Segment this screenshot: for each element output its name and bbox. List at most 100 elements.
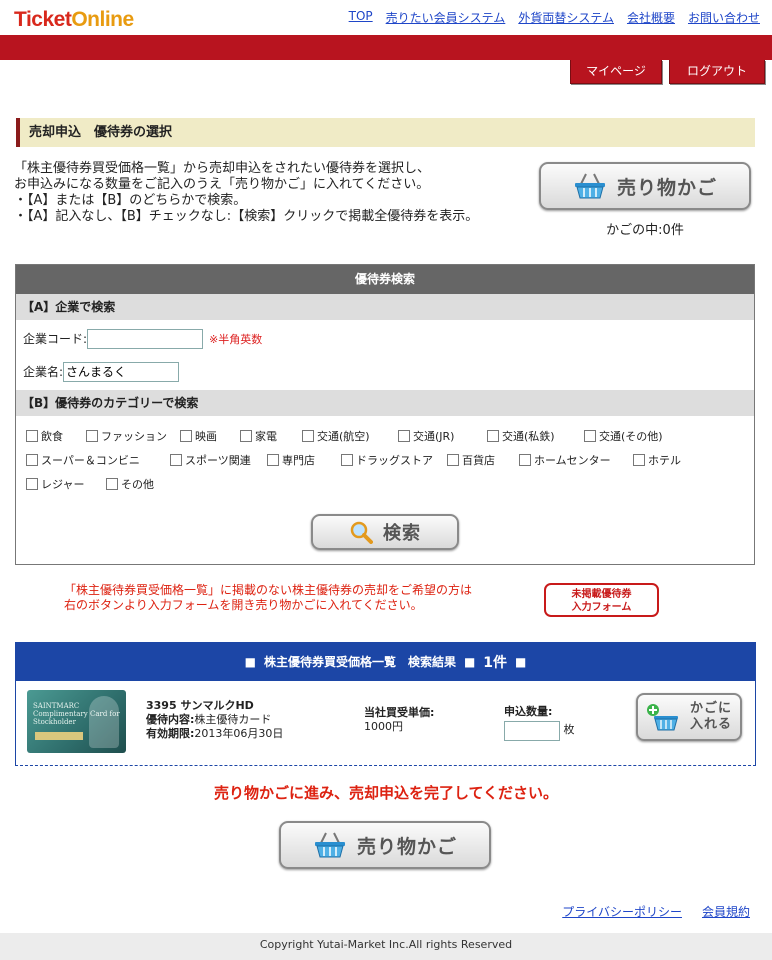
footer-links: プライバシーポリシー 会員規約 [562, 903, 750, 920]
category-department-store[interactable]: 百貨店 [447, 452, 519, 468]
add-to-cart-button[interactable]: かごに 入れる [636, 693, 742, 741]
logout-tab[interactable]: ログアウト [669, 60, 765, 84]
square-bullet-icon: ■ [244, 654, 256, 669]
checkbox[interactable] [267, 454, 279, 466]
category-hotel[interactable]: ホテル [633, 452, 681, 468]
item-name: 3395 サンマルクHD [146, 699, 254, 712]
category-label: レジャー [41, 478, 85, 491]
instruction-line: お申込みになる数量をご記入のうえ「売り物かご」に入れてください。 [14, 177, 430, 192]
quantity-input[interactable] [504, 721, 560, 741]
nav-link-seller-system[interactable]: 売りたい会員システム [386, 9, 506, 26]
category-fashion[interactable]: ファッション [86, 428, 180, 444]
checkbox[interactable] [26, 430, 38, 442]
category-drugstore[interactable]: ドラッグストア [341, 452, 447, 468]
mypage-tab[interactable]: マイページ [570, 60, 662, 84]
category-movie[interactable]: 映画 [180, 428, 240, 444]
instruction-line: 「株主優待券買受価格一覧」から売却申込をされたい優待券を選択し、 [14, 161, 431, 176]
sell-cart-button-top[interactable]: 売り物かご [539, 162, 751, 210]
search-button[interactable]: 検索 [311, 514, 459, 550]
member-terms-link[interactable]: 会員規約 [702, 903, 750, 920]
unlisted-button-label: 未掲載優待券 [571, 589, 632, 600]
category-label: 家電 [255, 430, 277, 443]
category-label: ドラッグストア [356, 454, 433, 467]
content-value: 株主優待カード [194, 713, 272, 726]
search-panel-title: 優待券検索 [16, 265, 754, 294]
category-label: 映画 [195, 430, 217, 443]
category-label: 交通(航空) [317, 430, 370, 443]
instructions: 「株主優待券買受価格一覧」から売却申込をされたい優待券を選択し、 お申込みになる… [14, 161, 524, 225]
quantity-unit: 枚 [563, 723, 575, 736]
category-row: 飲食 ファッション 映画 家電 交通(航空) 交通(JR) 交通(私鉄) 交通(… [26, 424, 754, 448]
category-leisure[interactable]: レジャー [26, 476, 106, 492]
ticket-image-stripe [35, 732, 83, 740]
checkbox[interactable] [26, 478, 38, 490]
price-value: 1000円 [364, 720, 403, 733]
category-label: スーパー＆コンビニ [41, 454, 140, 467]
results-heading: 株主優待券買受価格一覧 検索結果 [263, 655, 456, 669]
basket-icon [314, 832, 345, 858]
category-transport-air[interactable]: 交通(航空) [302, 428, 398, 444]
category-supermarket[interactable]: スーパー＆コンビニ [26, 452, 170, 468]
category-home-center[interactable]: ホームセンター [519, 452, 633, 468]
category-food[interactable]: 飲食 [26, 428, 86, 444]
unlisted-notice: 「株主優待券買受価格一覧」に掲載のない株主優待券の売却をご希望の方は 右のボタン… [64, 583, 472, 613]
cart-count: かごの中:0件 [606, 223, 684, 238]
category-specialty[interactable]: 専門店 [267, 452, 341, 468]
nav-link-contact[interactable]: お問い合わせ [688, 9, 760, 26]
company-name-input[interactable] [63, 361, 180, 382]
checkbox[interactable] [240, 430, 252, 442]
square-bullet-icon: ■ [515, 654, 527, 669]
category-other[interactable]: その他 [106, 476, 154, 492]
checkbox[interactable] [398, 430, 410, 442]
content-label: 優待内容: [146, 713, 195, 726]
checkbox[interactable] [26, 454, 38, 466]
site-logo[interactable]: TicketOnline [14, 8, 134, 32]
square-bullet-icon: ■ [463, 654, 476, 669]
sell-cart-label: 売り物かご [616, 176, 717, 199]
sell-cart-button-bottom[interactable]: 売り物かご [279, 821, 491, 869]
ticket-image: SAINTMARC Complimentary Card for Stockho… [27, 690, 126, 753]
search-section-b-heading: 【B】優待券のカテゴリーで検索 [16, 390, 754, 416]
checkbox[interactable] [106, 478, 118, 490]
search-section-a-heading: 【A】企業で検索 [16, 294, 754, 320]
add-basket-icon [646, 704, 678, 731]
company-code-note: ※半角英数 [209, 332, 263, 346]
nav-link-company[interactable]: 会社概要 [627, 9, 675, 26]
category-transport-jr[interactable]: 交通(JR) [398, 428, 487, 444]
expiry-value: 2013年06月30日 [194, 727, 284, 740]
category-transport-private[interactable]: 交通(私鉄) [487, 428, 584, 444]
nav-link-top[interactable]: TOP [349, 9, 373, 26]
ticket-image-figure [89, 696, 119, 748]
add-to-cart-label-line: かごに [689, 701, 732, 716]
price-block: 当社買受単価: 1000円 [364, 706, 434, 734]
checkbox[interactable] [180, 430, 192, 442]
unlisted-notice-line: 右のボタンより入力フォームを開き売り物かごに入れてください。 [64, 598, 423, 612]
checkbox[interactable] [302, 430, 314, 442]
unlisted-form-button[interactable]: 未掲載優待券 入力フォーム [544, 583, 659, 617]
company-code-label: 企業コード: [23, 332, 88, 346]
quantity-block: 申込数量: 枚 [504, 703, 575, 741]
results-count: 1件 [483, 654, 508, 671]
checkbox[interactable] [447, 454, 459, 466]
category-sports[interactable]: スポーツ関連 [170, 452, 267, 468]
checkbox[interactable] [487, 430, 499, 442]
category-transport-other[interactable]: 交通(その他) [584, 428, 663, 444]
price-label: 当社買受単価: [364, 706, 435, 719]
checkbox[interactable] [633, 454, 645, 466]
category-label: ホームセンター [534, 454, 611, 467]
category-electronics[interactable]: 家電 [240, 428, 302, 444]
category-label: 交通(その他) [599, 430, 663, 443]
category-checkboxes: 飲食 ファッション 映画 家電 交通(航空) 交通(JR) 交通(私鉄) 交通(… [16, 416, 754, 496]
checkbox[interactable] [86, 430, 98, 442]
nav-link-currency-exchange[interactable]: 外貨両替システム [518, 9, 614, 26]
checkbox[interactable] [584, 430, 596, 442]
checkbox[interactable] [519, 454, 531, 466]
add-to-cart-label: かごに 入れる [690, 701, 732, 733]
instruction-line: ・【A】または【B】のどちらかで検索。 [14, 193, 247, 208]
checkbox[interactable] [170, 454, 182, 466]
company-code-input[interactable] [87, 328, 204, 349]
checkbox[interactable] [341, 454, 353, 466]
category-label: ホテル [648, 454, 681, 467]
company-name-row: 企業名: [16, 355, 754, 388]
privacy-policy-link[interactable]: プライバシーポリシー [562, 903, 682, 920]
